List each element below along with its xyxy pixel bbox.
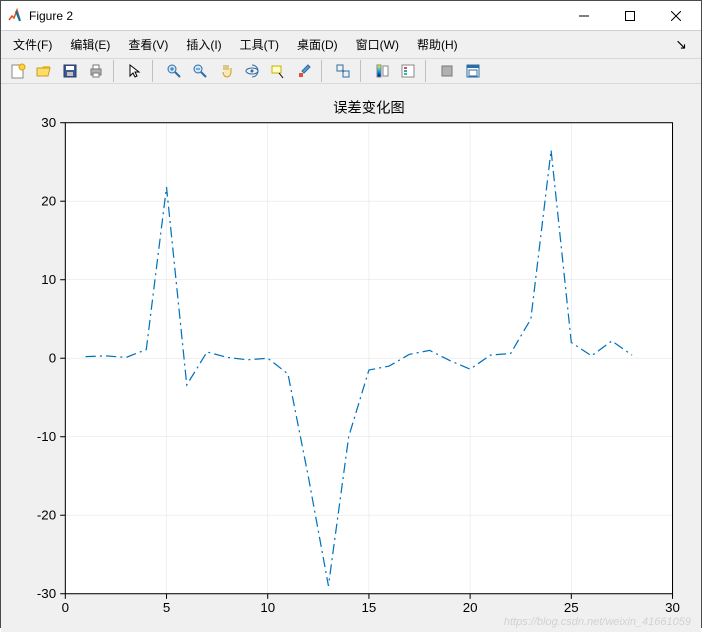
menu-desktop[interactable]: 桌面(D) bbox=[291, 33, 344, 56]
menu-tools[interactable]: 工具(T) bbox=[234, 33, 285, 56]
rotate-3d-icon[interactable] bbox=[240, 59, 264, 83]
svg-text:5: 5 bbox=[163, 600, 170, 615]
dock-icon[interactable] bbox=[461, 59, 485, 83]
menu-insert[interactable]: 插入(I) bbox=[180, 33, 227, 56]
toolbar-separator bbox=[321, 60, 327, 82]
insert-legend-icon[interactable] bbox=[396, 59, 420, 83]
menu-view[interactable]: 查看(V) bbox=[122, 33, 174, 56]
toolbar-separator bbox=[425, 60, 431, 82]
toolbar-separator bbox=[113, 60, 119, 82]
matlab-icon bbox=[7, 8, 23, 24]
svg-text:-10: -10 bbox=[37, 429, 56, 444]
pan-icon[interactable] bbox=[214, 59, 238, 83]
brush-icon[interactable] bbox=[292, 59, 316, 83]
hide-plot-tools-icon[interactable] bbox=[435, 59, 459, 83]
svg-text:-30: -30 bbox=[37, 586, 56, 601]
maximize-button[interactable] bbox=[607, 1, 653, 31]
open-icon[interactable] bbox=[32, 59, 56, 83]
zoom-out-icon[interactable] bbox=[188, 59, 212, 83]
link-icon[interactable] bbox=[331, 59, 355, 83]
svg-text:30: 30 bbox=[665, 600, 680, 615]
title-bar: Figure 2 bbox=[1, 1, 701, 31]
print-icon[interactable] bbox=[84, 59, 108, 83]
close-button[interactable] bbox=[653, 1, 699, 31]
zoom-in-icon[interactable] bbox=[162, 59, 186, 83]
menu-file[interactable]: 文件(F) bbox=[7, 33, 58, 56]
insert-colorbar-icon[interactable] bbox=[370, 59, 394, 83]
svg-text:25: 25 bbox=[564, 600, 579, 615]
toolbar-separator bbox=[360, 60, 366, 82]
svg-text:20: 20 bbox=[41, 193, 56, 208]
menu-window[interactable]: 窗口(W) bbox=[350, 33, 405, 56]
svg-text:误差变化图: 误差变化图 bbox=[333, 99, 405, 116]
toolbar-separator bbox=[152, 60, 158, 82]
plot-canvas: 051015202530-30-20-100102030误差变化图 https:… bbox=[1, 84, 701, 632]
pointer-icon[interactable] bbox=[123, 59, 147, 83]
svg-text:20: 20 bbox=[463, 600, 478, 615]
axes[interactable]: 0 5 10 15 20 25 30 -30 -20 -10 0 10 20 30 误差变化图 bbox=[9, 92, 693, 624]
svg-text:30: 30 bbox=[41, 115, 56, 130]
figure-window: Figure 2 文件(F) 编辑(E) 查看(V) 插入(I) 工具(T) 桌… bbox=[0, 0, 702, 628]
minimize-button[interactable] bbox=[561, 1, 607, 31]
svg-text:0: 0 bbox=[49, 350, 56, 365]
menu-overflow-icon[interactable]: ↘ bbox=[667, 36, 695, 53]
toolbar bbox=[1, 58, 701, 84]
svg-text:-20: -20 bbox=[37, 507, 56, 522]
new-figure-icon[interactable] bbox=[6, 59, 30, 83]
axes-container[interactable]: 0 5 10 15 20 25 30 -30 -20 -10 0 10 20 30 误差变化图 bbox=[9, 92, 693, 624]
menu-bar: 文件(F) 编辑(E) 查看(V) 插入(I) 工具(T) 桌面(D) 窗口(W… bbox=[1, 31, 701, 58]
svg-text:10: 10 bbox=[260, 600, 275, 615]
svg-text:10: 10 bbox=[41, 272, 56, 287]
svg-text:0: 0 bbox=[62, 600, 69, 615]
window-title: Figure 2 bbox=[29, 9, 561, 23]
menu-help[interactable]: 帮助(H) bbox=[411, 33, 464, 56]
menu-edit[interactable]: 编辑(E) bbox=[64, 33, 116, 56]
data-cursor-icon[interactable] bbox=[266, 59, 290, 83]
save-icon[interactable] bbox=[58, 59, 82, 83]
svg-text:15: 15 bbox=[362, 600, 377, 615]
